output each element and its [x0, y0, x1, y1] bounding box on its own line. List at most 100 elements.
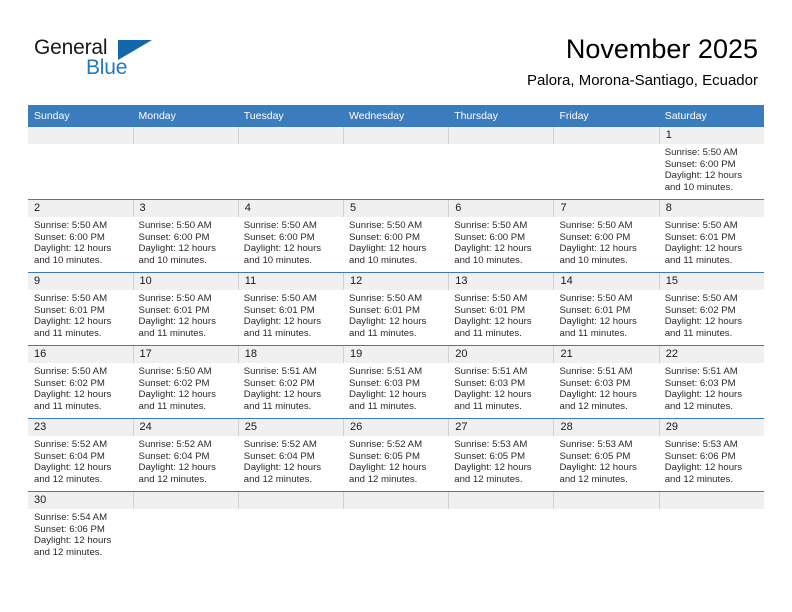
day-detail-sunset: Sunset: 6:02 PM: [243, 377, 315, 389]
day-detail-sunset: Sunset: 6:00 PM: [138, 231, 210, 243]
calendar-day-cell[interactable]: 5 Sunrise: 5:50 AM Sunset: 6:00 PM Daylight…: [343, 199, 449, 273]
day-number: 1: [658, 127, 764, 144]
day-detail-sunrise: Sunrise: 5:54 AM: [34, 512, 108, 523]
calendar-day-cell[interactable]: 17 Sunrise: 5:50 AM Sunset: 6:02 PM Dayligh…: [132, 345, 238, 419]
day-cell-inner: [237, 127, 344, 199]
day-detail-daylight1: Daylight: 12 hours: [138, 243, 216, 255]
day-detail-daylight1: Daylight: 12 hours: [34, 243, 112, 255]
calendar-day-cell[interactable]: 10 Sunrise: 5:50 AM Sunset: 6:01 PM Dayligh…: [132, 272, 238, 346]
calendar-day-cell[interactable]: 27 Sunrise: 5:53 AM Sunset: 6:05 PM Dayligh…: [448, 418, 554, 492]
logo-text-blue: Blue: [86, 56, 128, 79]
calendar-day-cell[interactable]: 26 Sunrise: 5:52 AM Sunset: 6:05 PM Dayligh…: [343, 418, 449, 492]
calendar-day-cell[interactable]: 2 Sunrise: 5:50 AM Sunset: 6:00 PM Daylight…: [28, 199, 133, 273]
day-detail-daylight1: Daylight: 12 hours: [454, 316, 532, 328]
day-number: 29: [658, 419, 764, 436]
calendar-day-cell[interactable]: 3 Sunrise: 5:50 AM Sunset: 6:00 PM Daylight…: [132, 199, 238, 273]
day-detail-sunrise: Sunrise: 5:50 AM: [559, 220, 633, 231]
day-detail-daylight2: and 12 minutes.: [664, 473, 733, 485]
day-details: Sunrise: 5:50 AM Sunset: 6:01 PM Daylight:…: [238, 290, 343, 339]
day-details: Sunrise: 5:51 AM Sunset: 6:02 PM Daylight:…: [238, 363, 343, 412]
calendar-day-cell[interactable]: 4 Sunrise: 5:50 AM Sunset: 6:00 PM Daylight…: [237, 199, 344, 273]
day-number: [343, 127, 449, 144]
calendar-cell-empty: [132, 491, 238, 564]
day-detail-sunset: Sunset: 6:04 PM: [138, 450, 210, 462]
day-detail-daylight2: and 12 minutes.: [243, 473, 313, 485]
general-blue-logo[interactable]: General Blue: [34, 37, 164, 87]
day-detail-sunrise: Sunrise: 5:52 AM: [34, 439, 108, 450]
day-details: Sunrise: 5:50 AM Sunset: 6:01 PM Daylight:…: [28, 290, 133, 339]
calendar-day-cell[interactable]: 30 Sunrise: 5:54 AM Sunset: 6:06 PM Dayligh…: [28, 491, 133, 564]
day-detail-daylight1: Daylight: 12 hours: [559, 462, 637, 474]
day-detail-daylight2: and 11 minutes.: [349, 327, 417, 339]
calendar-day-cell[interactable]: 25 Sunrise: 5:52 AM Sunset: 6:04 PM Dayligh…: [237, 418, 344, 492]
day-detail-daylight2: and 11 minutes.: [34, 400, 102, 412]
calendar-day-cell[interactable]: 22 Sunrise: 5:51 AM Sunset: 6:03 PM Dayligh…: [658, 345, 764, 419]
day-number: 12: [343, 273, 449, 290]
day-detail-daylight1: Daylight: 12 hours: [664, 462, 743, 474]
day-number: [553, 127, 659, 144]
day-detail-daylight2: and 11 minutes.: [664, 327, 733, 339]
day-detail-daylight2: and 12 minutes.: [34, 473, 103, 485]
day-number: [553, 492, 659, 509]
day-detail-daylight2: and 12 minutes.: [559, 400, 628, 412]
calendar-day-cell[interactable]: 23 Sunrise: 5:52 AM Sunset: 6:04 PM Dayligh…: [28, 418, 133, 492]
calendar-day-cell[interactable]: 9 Sunrise: 5:50 AM Sunset: 6:01 PM Daylight…: [28, 272, 133, 346]
day-detail-sunrise: Sunrise: 5:50 AM: [664, 147, 738, 158]
day-cell-inner: 17 Sunrise: 5:50 AM Sunset: 6:02 PM Dayligh…: [132, 346, 238, 418]
day-details: Sunrise: 5:50 AM Sunset: 6:01 PM Daylight:…: [343, 290, 448, 339]
day-detail-daylight2: and 10 minutes.: [454, 254, 523, 266]
calendar-day-cell[interactable]: 18 Sunrise: 5:51 AM Sunset: 6:02 PM Dayligh…: [237, 345, 344, 419]
day-number: [237, 492, 344, 509]
day-cell-inner: 3 Sunrise: 5:50 AM Sunset: 6:00 PM Daylight…: [132, 200, 238, 272]
day-detail-sunrise: Sunrise: 5:51 AM: [243, 366, 317, 377]
day-detail-daylight1: Daylight: 12 hours: [664, 243, 743, 255]
calendar-week-row: 30 Sunrise: 5:54 AM Sunset: 6:06 PM Dayligh…: [28, 491, 764, 564]
day-detail-daylight1: Daylight: 12 hours: [349, 462, 427, 474]
day-detail-sunset: Sunset: 6:01 PM: [559, 304, 631, 316]
calendar-day-cell[interactable]: 28 Sunrise: 5:53 AM Sunset: 6:05 PM Dayligh…: [553, 418, 659, 492]
day-cell-inner: 21 Sunrise: 5:51 AM Sunset: 6:03 PM Dayligh…: [553, 346, 659, 418]
day-detail-daylight1: Daylight: 12 hours: [34, 316, 112, 328]
day-details: Sunrise: 5:50 AM Sunset: 6:00 PM Daylight:…: [343, 217, 448, 266]
calendar-day-cell[interactable]: 12 Sunrise: 5:50 AM Sunset: 6:01 PM Dayligh…: [343, 272, 449, 346]
day-cell-inner: 11 Sunrise: 5:50 AM Sunset: 6:01 PM Dayligh…: [237, 273, 344, 345]
day-number: 26: [343, 419, 449, 436]
day-detail-daylight2: and 10 minutes.: [34, 254, 103, 266]
day-detail-sunset: Sunset: 6:02 PM: [138, 377, 210, 389]
calendar-day-cell[interactable]: 7 Sunrise: 5:50 AM Sunset: 6:00 PM Daylight…: [553, 199, 659, 273]
day-number: 14: [553, 273, 659, 290]
calendar-day-cell[interactable]: 1 Sunrise: 5:50 AM Sunset: 6:00 PM Daylight…: [658, 127, 764, 200]
calendar-day-cell[interactable]: 8 Sunrise: 5:50 AM Sunset: 6:01 PM Daylight…: [658, 199, 764, 273]
day-detail-sunset: Sunset: 6:05 PM: [559, 450, 631, 462]
day-number: 18: [237, 346, 344, 363]
day-detail-daylight2: and 10 minutes.: [243, 254, 313, 266]
calendar-cell-empty: [237, 491, 344, 564]
day-detail-daylight1: Daylight: 12 hours: [454, 462, 532, 474]
day-number: 13: [448, 273, 554, 290]
calendar-day-cell[interactable]: 6 Sunrise: 5:50 AM Sunset: 6:00 PM Daylight…: [448, 199, 554, 273]
day-number: 27: [448, 419, 554, 436]
day-number: 4: [237, 200, 344, 217]
calendar-day-cell[interactable]: 11 Sunrise: 5:50 AM Sunset: 6:01 PM Dayligh…: [237, 272, 344, 346]
day-details: Sunrise: 5:50 AM Sunset: 6:00 PM Daylight:…: [448, 217, 553, 266]
calendar-day-cell[interactable]: 13 Sunrise: 5:50 AM Sunset: 6:01 PM Dayligh…: [448, 272, 554, 346]
day-detail-daylight1: Daylight: 12 hours: [349, 316, 427, 328]
title-block: November 2025 Palora, Morona-Santiago, E…: [527, 33, 758, 91]
calendar-day-cell[interactable]: 19 Sunrise: 5:51 AM Sunset: 6:03 PM Dayligh…: [343, 345, 449, 419]
day-detail-daylight1: Daylight: 12 hours: [243, 316, 322, 328]
day-detail-sunset: Sunset: 6:01 PM: [454, 304, 526, 316]
calendar-day-cell[interactable]: 21 Sunrise: 5:51 AM Sunset: 6:03 PM Dayligh…: [553, 345, 659, 419]
day-detail-daylight2: and 11 minutes.: [138, 327, 207, 339]
calendar-day-cell[interactable]: 14 Sunrise: 5:50 AM Sunset: 6:01 PM Dayligh…: [553, 272, 659, 346]
day-number: 20: [448, 346, 554, 363]
day-number: 9: [28, 273, 133, 290]
calendar-day-cell[interactable]: 20 Sunrise: 5:51 AM Sunset: 6:03 PM Dayligh…: [448, 345, 554, 419]
day-details: Sunrise: 5:54 AM Sunset: 6:06 PM Daylight:…: [28, 509, 133, 558]
calendar-day-cell[interactable]: 15 Sunrise: 5:50 AM Sunset: 6:02 PM Dayligh…: [658, 272, 764, 346]
day-detail-daylight2: and 12 minutes.: [559, 473, 628, 485]
day-detail-daylight1: Daylight: 12 hours: [664, 389, 743, 401]
calendar-day-cell[interactable]: 29 Sunrise: 5:53 AM Sunset: 6:06 PM Dayligh…: [658, 418, 764, 492]
day-details: Sunrise: 5:53 AM Sunset: 6:06 PM Daylight:…: [659, 436, 764, 485]
calendar-day-cell[interactable]: 24 Sunrise: 5:52 AM Sunset: 6:04 PM Dayligh…: [132, 418, 238, 492]
calendar-day-cell[interactable]: 16 Sunrise: 5:50 AM Sunset: 6:02 PM Dayligh…: [28, 345, 133, 419]
